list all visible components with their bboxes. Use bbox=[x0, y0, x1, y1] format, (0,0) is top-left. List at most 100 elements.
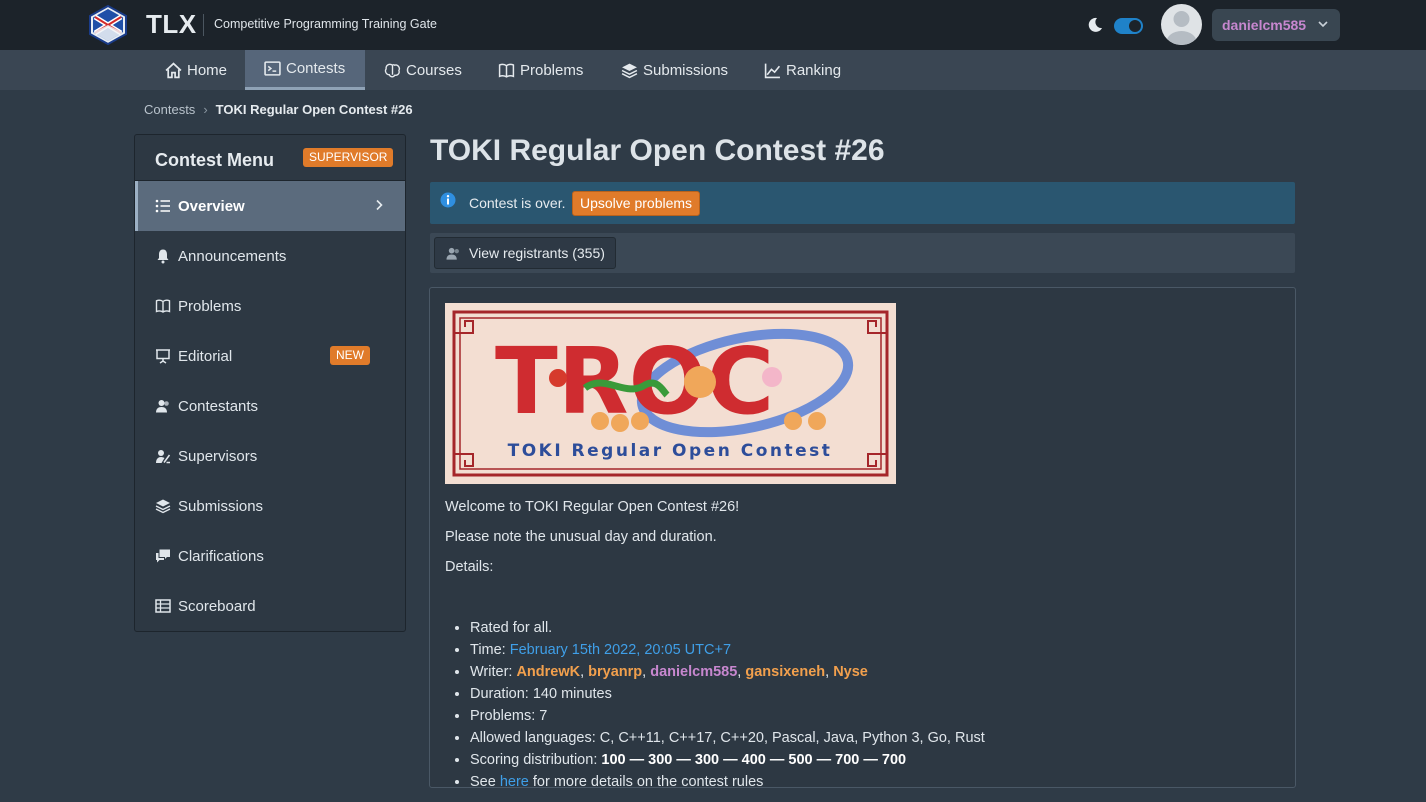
brand-divider bbox=[203, 14, 204, 36]
list-item: Duration: 140 minutes bbox=[470, 683, 985, 705]
dark-mode-toggle[interactable] bbox=[1114, 18, 1143, 34]
user-menu-button[interactable]: danielcm585 bbox=[1212, 9, 1340, 41]
writer-link[interactable]: AndrewK bbox=[516, 664, 580, 680]
book-icon bbox=[498, 63, 515, 78]
info-icon bbox=[440, 192, 456, 208]
note-text: Please note the unusual day and duration… bbox=[445, 529, 717, 545]
home-icon bbox=[165, 61, 182, 78]
supervisor-badge: SUPERVISOR bbox=[303, 148, 394, 167]
registrants-bar: View registrants (355) bbox=[430, 233, 1295, 273]
sidebar-item-label: Editorial bbox=[178, 347, 233, 365]
chart-icon bbox=[764, 63, 781, 78]
presentation-icon bbox=[156, 349, 170, 364]
sidebar-item-submissions[interactable]: Submissions bbox=[135, 481, 405, 531]
moon-icon bbox=[1088, 17, 1102, 32]
user-silhouette-icon bbox=[1166, 11, 1197, 45]
list-item: See here for more details on the contest… bbox=[470, 771, 985, 793]
nav-contests[interactable]: Contests bbox=[245, 50, 365, 90]
breadcrumb-contests[interactable]: Contests bbox=[144, 102, 195, 117]
table-icon bbox=[155, 599, 171, 613]
see-prefix: See bbox=[470, 774, 500, 790]
sidebar-item-label: Problems bbox=[178, 297, 242, 315]
breadcrumb: Contests › TOKI Regular Open Contest #26 bbox=[144, 102, 413, 117]
page-title: TOKI Regular Open Contest #26 bbox=[430, 134, 885, 167]
nav-problems[interactable]: Problems bbox=[498, 50, 583, 90]
nav-ranking-label: Ranking bbox=[786, 61, 842, 79]
sidebar-item-label: Scoreboard bbox=[178, 597, 256, 615]
sidebar-item-label: Clarifications bbox=[178, 547, 264, 565]
sidebar-item-supervisors[interactable]: Supervisors bbox=[135, 431, 405, 481]
contest-description-card: TROC TOKI Regular Open Contest Welcome t… bbox=[429, 287, 1296, 790]
sidebar-item-label: Contestants bbox=[178, 397, 259, 415]
new-badge: NEW bbox=[330, 346, 370, 365]
scoring-label: Scoring distribution: bbox=[470, 752, 602, 768]
avatar[interactable] bbox=[1161, 4, 1202, 45]
sidebar-item-announcements[interactable]: Announcements bbox=[135, 231, 405, 281]
list-item: Allowed languages: C, C++11, C++17, C++2… bbox=[470, 727, 985, 749]
main-nav: Home Contests Courses Problems Submissio… bbox=[0, 50, 1426, 90]
layers-icon bbox=[155, 499, 171, 514]
time-link[interactable]: February 15th 2022, 20:05 UTC+7 bbox=[510, 642, 731, 658]
contest-status-text: Contest is over. bbox=[469, 195, 566, 211]
list-item: Problems: 7 bbox=[470, 705, 985, 727]
sidebar-item-editorial[interactable]: Editorial NEW bbox=[135, 331, 405, 381]
list-item: Time: February 15th 2022, 20:05 UTC+7 bbox=[470, 639, 985, 661]
username: danielcm585 bbox=[1222, 17, 1307, 33]
brand-name[interactable]: TLX bbox=[146, 9, 197, 40]
details-heading: Details: bbox=[445, 559, 494, 575]
details-list: Rated for all. Time: February 15th 2022,… bbox=[470, 617, 985, 793]
rated-text: Rated for all. bbox=[470, 620, 553, 636]
sidebar-item-label: Overview bbox=[178, 197, 245, 215]
breadcrumb-current: TOKI Regular Open Contest #26 bbox=[215, 102, 413, 117]
problems-count-text: Problems: 7 bbox=[470, 708, 548, 724]
people-icon bbox=[446, 247, 459, 260]
sidebar-item-clarifications[interactable]: Clarifications bbox=[135, 531, 405, 581]
time-label: Time: bbox=[470, 642, 510, 658]
nav-submissions[interactable]: Submissions bbox=[621, 50, 728, 90]
list-item: Scoring distribution: 100 — 300 — 300 — … bbox=[470, 749, 985, 771]
writer-link[interactable]: bryanrp bbox=[588, 664, 642, 680]
sidebar-item-contestants[interactable]: Contestants bbox=[135, 381, 405, 431]
layers-icon bbox=[621, 63, 638, 78]
see-suffix: for more details on the contest rules bbox=[528, 774, 764, 790]
nav-ranking[interactable]: Ranking bbox=[764, 50, 841, 90]
chevron-right-icon bbox=[376, 199, 383, 211]
nav-problems-label: Problems bbox=[520, 61, 584, 79]
contest-menu-header: Contest Menu SUPERVISOR bbox=[135, 135, 405, 181]
tlx-logo-icon[interactable] bbox=[89, 5, 127, 45]
bell-icon bbox=[157, 249, 169, 264]
nav-contests-label: Contests bbox=[286, 60, 346, 77]
rules-link[interactable]: here bbox=[500, 774, 529, 790]
contest-status-callout: Contest is over. Upsolve problems bbox=[430, 182, 1295, 224]
view-registrants-label: View registrants (355) bbox=[469, 245, 605, 261]
welcome-text: Welcome to TOKI Regular Open Contest #26… bbox=[445, 499, 740, 515]
writer-link[interactable]: gansixeneh bbox=[745, 664, 825, 680]
nav-submissions-label: Submissions bbox=[643, 61, 729, 79]
top-header: TLX Competitive Programming Training Gat… bbox=[0, 0, 1426, 50]
sidebar-item-scoreboard[interactable]: Scoreboard bbox=[135, 581, 405, 631]
contest-banner-image: TROC TOKI Regular Open Contest bbox=[445, 303, 896, 484]
languages-text: Allowed languages: C, C++11, C++17, C++2… bbox=[470, 730, 985, 746]
banner-subtitle: TOKI Regular Open Contest bbox=[508, 441, 833, 461]
nav-home[interactable]: Home bbox=[153, 50, 239, 90]
people-icon bbox=[156, 400, 169, 413]
view-registrants-button[interactable]: View registrants (355) bbox=[434, 237, 616, 269]
chevron-down-icon bbox=[1318, 21, 1328, 28]
supervisor-icon bbox=[156, 450, 171, 464]
contest-menu-title: Contest Menu bbox=[155, 150, 274, 170]
nav-courses[interactable]: Courses bbox=[384, 50, 462, 90]
writer-link[interactable]: Nyse bbox=[833, 664, 868, 680]
writer-link[interactable]: danielcm585 bbox=[650, 664, 737, 680]
sidebar-item-problems[interactable]: Problems bbox=[135, 281, 405, 331]
brain-icon bbox=[384, 63, 401, 77]
toggle-knob bbox=[1129, 20, 1141, 32]
book-icon bbox=[155, 299, 171, 313]
chat-icon bbox=[156, 549, 170, 563]
sidebar-item-overview[interactable]: Overview bbox=[135, 181, 405, 231]
contest-menu: Contest Menu SUPERVISOR Overview Announc… bbox=[134, 134, 406, 632]
nav-home-label: Home bbox=[187, 61, 228, 79]
sidebar-item-label: Submissions bbox=[178, 497, 264, 515]
list-item: Writer: AndrewK, bryanrp, danielcm585, g… bbox=[470, 661, 985, 683]
upsolve-button[interactable]: Upsolve problems bbox=[572, 191, 701, 216]
duration-text: Duration: 140 minutes bbox=[470, 686, 612, 702]
